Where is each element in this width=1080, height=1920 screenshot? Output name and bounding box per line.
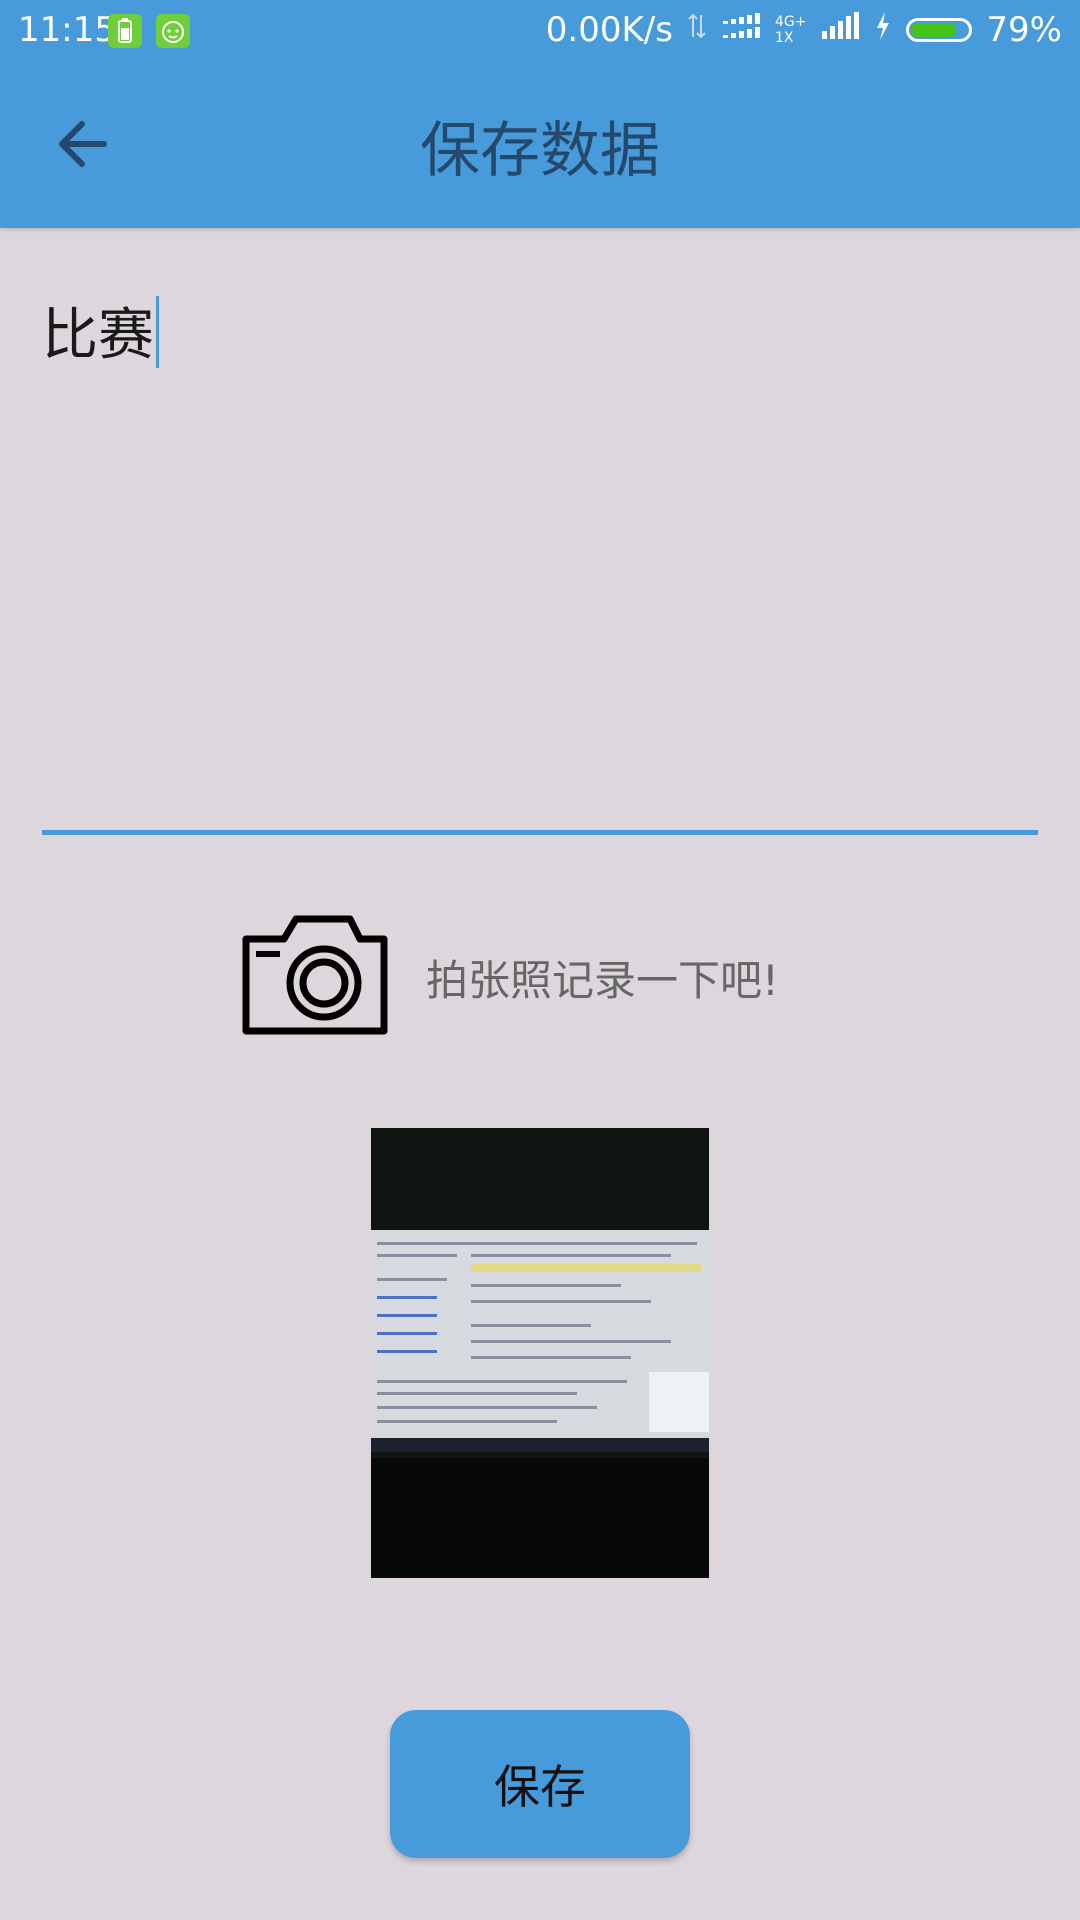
save-button[interactable]: 保存 (390, 1710, 690, 1858)
status-bar: 11:15 0.00K/s 4G+ 1X 79% (0, 0, 1080, 62)
photo-thumbnail[interactable] (371, 1128, 709, 1578)
network-type-bottom: 1X (774, 30, 794, 46)
battery-icon (906, 18, 973, 42)
camera-icon[interactable] (238, 913, 392, 1041)
page-title: 保存数据 (420, 116, 660, 186)
charging-icon (874, 10, 892, 50)
camera-row: 拍张照记录一下吧! (238, 912, 779, 1042)
photo-keyboard (371, 1458, 709, 1578)
network-type-top: 4G+ (774, 14, 807, 30)
network-speed: 0.00K/s (545, 10, 673, 50)
photo-taskbar (371, 1438, 709, 1452)
photo-screen-content (371, 1230, 709, 1448)
text-caret (156, 296, 159, 368)
android-app-icon (156, 14, 190, 48)
note-input[interactable]: 比赛 (42, 290, 1038, 830)
status-indicators: 0.00K/s 4G+ 1X 79% (546, 10, 1062, 50)
signal-icon (721, 10, 761, 50)
network-type: 4G+ 1X (775, 14, 807, 46)
signal-icon (820, 10, 860, 50)
status-time: 11:15 (18, 10, 116, 50)
note-input-value: 比赛 (42, 303, 154, 368)
battery-app-icon (108, 14, 142, 48)
battery-percent: 79% (986, 10, 1062, 50)
battery-level-fill (911, 23, 956, 37)
toolbar: 保存数据 (0, 62, 1080, 228)
camera-hint: 拍张照记录一下吧! (426, 955, 779, 1005)
note-input-underline (42, 830, 1038, 835)
data-transfer-icon (687, 10, 707, 50)
